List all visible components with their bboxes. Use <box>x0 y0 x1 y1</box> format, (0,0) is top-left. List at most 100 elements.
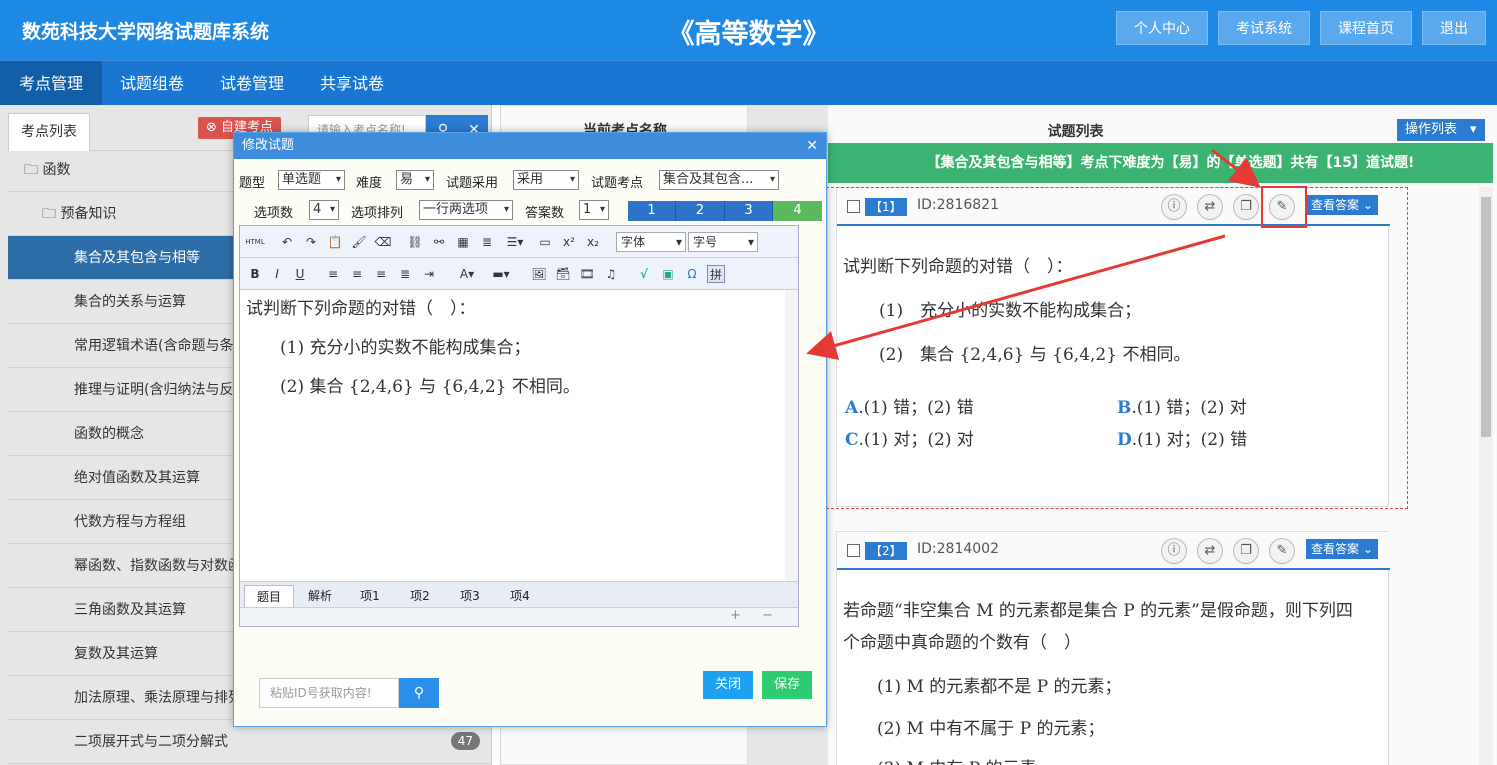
tab-point-management[interactable]: 考点管理 <box>0 61 102 106</box>
template-icon[interactable]: ▣ <box>659 265 677 283</box>
folder-icon: 🗀 <box>24 162 43 178</box>
unlink-icon[interactable]: ⚯ <box>430 233 448 251</box>
minus-icon[interactable]: − <box>762 608 773 623</box>
italic-icon[interactable]: I <box>268 265 286 283</box>
font-color-icon[interactable]: A▾ <box>454 265 480 283</box>
font-size-select[interactable]: 字号 ▾ <box>688 232 758 252</box>
image-icon[interactable]: 🖼 <box>530 265 548 283</box>
add-icon: ⊗ <box>206 120 222 135</box>
align-center-icon[interactable]: ≡ <box>348 265 366 283</box>
font-select[interactable]: 字体 ▾ <box>616 232 686 252</box>
personal-center-button[interactable]: 个人中心 <box>1116 11 1208 45</box>
tab-point-list[interactable]: 考点列表 <box>8 113 90 151</box>
adopt-value: 采用 <box>517 172 544 187</box>
subscript-icon[interactable]: x₂ <box>584 233 602 251</box>
content-line: (2) 集合 {2,4,6} 与 {6,4,2} 不相同。 <box>280 377 580 397</box>
bold-icon[interactable]: B <box>246 265 264 283</box>
option-count-select[interactable]: 4 ▾ <box>309 200 339 220</box>
option-segment-4[interactable]: 4 <box>773 201 822 221</box>
justify-icon[interactable]: ≣ <box>396 265 414 283</box>
link-icon[interactable]: ⛓ <box>406 233 424 251</box>
adopt-select[interactable]: 采用 ▾ <box>513 170 579 190</box>
tab-paper-management[interactable]: 试卷管理 <box>202 61 302 106</box>
tab-option-3[interactable]: 项3 <box>446 585 494 607</box>
view-answer-button[interactable]: 查看答案 ⌄ <box>1306 539 1378 559</box>
question-line: (1) M 的元素都不是 P 的元素； <box>877 677 1122 697</box>
insert-image-icon[interactable]: 🗃 <box>554 265 572 283</box>
move-icon[interactable]: ⇄ <box>1197 538 1223 564</box>
html-icon[interactable]: HTML <box>244 233 266 251</box>
table-icon[interactable]: ▦ <box>454 233 472 251</box>
tab-option-1[interactable]: 项1 <box>346 585 394 607</box>
view-answer-label: 查看答案 <box>1311 542 1360 556</box>
redo-icon[interactable]: ↷ <box>302 233 320 251</box>
align-right-icon[interactable]: ≡ <box>372 265 390 283</box>
arrange-select[interactable]: 一行两选项 ▾ <box>419 200 513 220</box>
editor-content[interactable]: 试判断下列命题的对错（ ）： (1) 充分小的实数不能构成集合； (2) 集合 … <box>240 290 785 581</box>
editor-scrollbar[interactable] <box>785 290 798 581</box>
course-home-button[interactable]: 课程首页 <box>1320 11 1412 45</box>
type-select[interactable]: 单选题 ▾ <box>278 170 345 190</box>
tab-shared-papers[interactable]: 共享试卷 <box>302 61 402 106</box>
exam-system-button[interactable]: 考试系统 <box>1218 11 1310 45</box>
question-id: ID:2814002 <box>917 541 999 557</box>
operation-list-button[interactable]: 操作列表 ▾ <box>1397 119 1485 141</box>
undo-icon[interactable]: ↶ <box>278 233 296 251</box>
tab-option-2[interactable]: 项2 <box>396 585 444 607</box>
music-icon[interactable]: ♫ <box>602 265 620 283</box>
copy-icon[interactable]: ❐ <box>1233 538 1259 564</box>
align-left-icon[interactable]: ≡ <box>324 265 342 283</box>
paste-id-input[interactable]: 粘贴ID号获取内容! <box>259 678 399 708</box>
tab-option-4[interactable]: 项4 <box>496 585 544 607</box>
edit-question-dialog: 修改试题 ✕ 题型 单选题 ▾ 难度 易 ▾ 试题采用 采用 ▾ 试题考点 集合及其包… <box>233 132 827 727</box>
close-button[interactable]: 关闭 <box>703 671 753 699</box>
question-number: 【2】 <box>865 542 907 560</box>
type-value: 单选题 <box>282 172 322 187</box>
chevron-down-icon: ⌄ <box>1359 542 1373 556</box>
paste-icon[interactable]: 📋 <box>326 233 344 251</box>
question-line: (2) M 中有不属于 P 的元素； <box>877 719 1105 739</box>
question-stem: 若命题“非空集合 M 的元素都是集合 P 的元素”是假命题，则下列四 <box>843 601 1353 621</box>
underline-icon[interactable]: U <box>291 265 309 283</box>
close-icon[interactable]: ✕ <box>806 133 818 159</box>
content-line: 试判断下列命题的对错（ ）： <box>246 299 476 319</box>
save-button[interactable]: 保存 <box>762 671 812 699</box>
logout-button[interactable]: 退出 <box>1422 11 1486 45</box>
option-count-label: 选项数 <box>254 206 294 221</box>
plus-icon[interactable]: + <box>730 608 741 623</box>
folder-icon: 🗀 <box>42 206 61 222</box>
scrollbar-thumb[interactable] <box>1481 197 1491 437</box>
question-checkbox[interactable] <box>847 544 860 557</box>
indent-icon[interactable]: ⇥ <box>420 265 438 283</box>
superscript-icon[interactable]: x² <box>560 233 578 251</box>
formula-icon[interactable]: √ <box>635 265 653 283</box>
option-segment-1[interactable]: 1 <box>628 201 676 221</box>
info-icon[interactable]: ⓘ <box>1161 538 1187 564</box>
fetch-by-id-button[interactable]: ⚲ <box>399 678 439 708</box>
scrollbar[interactable] <box>1479 187 1493 765</box>
answer-count-select[interactable]: 1 ▾ <box>579 200 609 220</box>
difficulty-select[interactable]: 易 ▾ <box>396 170 434 190</box>
list-icon[interactable]: ☰▾ <box>502 233 528 251</box>
caret-down-icon: ▾ <box>1457 122 1477 137</box>
pinyin-icon[interactable]: 拼 <box>707 265 725 283</box>
tab-compose[interactable]: 试题组卷 <box>102 61 202 106</box>
format-brush-icon[interactable]: 🖌 <box>350 233 368 251</box>
option-segment-3[interactable]: 3 <box>725 201 773 221</box>
top-header: 数苑科技大学网络试题库系统 《高等数学》 个人中心 考试系统 课程首页 退出 <box>0 0 1497 60</box>
tab-stem[interactable]: 题目 <box>244 585 294 607</box>
option-segment-2[interactable]: 2 <box>676 201 725 221</box>
point-label: 试题考点 <box>591 176 644 191</box>
dialog-header: 修改试题 ✕ <box>234 133 826 159</box>
omega-icon[interactable]: Ω <box>683 265 701 283</box>
main-nav: 考点管理 试题组卷 试卷管理 共享试卷 <box>0 60 1497 106</box>
edit-icon[interactable]: ✎ <box>1269 538 1295 564</box>
eraser-icon[interactable]: ⌫ <box>374 233 392 251</box>
video-icon[interactable]: 🎞 <box>578 265 596 283</box>
align-icon[interactable]: ≣ <box>478 233 496 251</box>
box-icon[interactable]: ▭ <box>536 233 554 251</box>
tab-analysis[interactable]: 解析 <box>296 585 344 607</box>
point-select[interactable]: 集合及其包含... ▾ <box>659 170 779 190</box>
difficulty-label: 难度 <box>356 176 383 191</box>
highlight-icon[interactable]: ▬▾ <box>486 265 516 283</box>
